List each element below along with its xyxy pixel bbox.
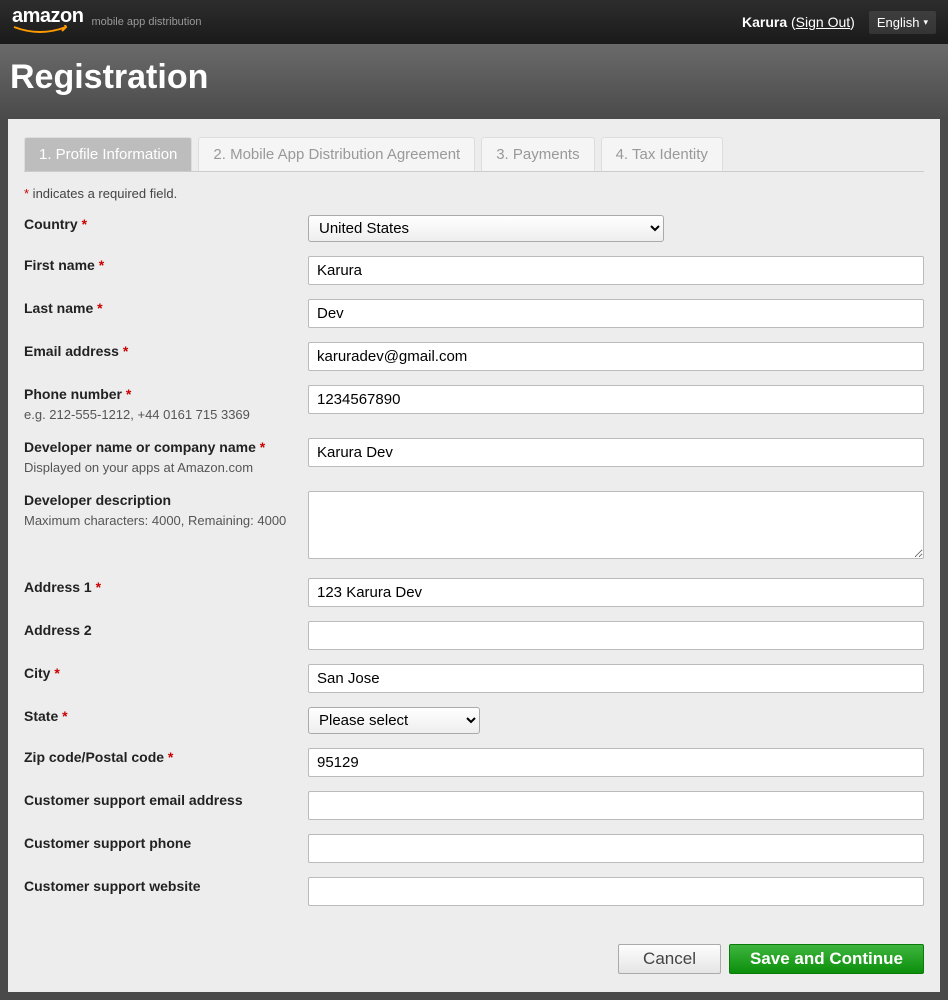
language-selector[interactable]: English ▾ [869,11,936,34]
first-name-label: First name * [24,256,308,276]
tab-profile-information[interactable]: 1. Profile Information [24,137,192,171]
form-panel: 1. Profile Information 2. Mobile App Dis… [8,119,940,992]
state-label: State * [24,707,308,727]
sign-out-link[interactable]: Sign Out [796,14,850,30]
support-website-input[interactable] [308,877,924,906]
city-input[interactable] [308,664,924,693]
top-header: amazon mobile app distribution Karura (S… [0,0,948,44]
form-actions: Cancel Save and Continue [24,934,924,974]
state-select[interactable]: Please select [308,707,480,734]
email-label: Email address * [24,342,308,362]
required-note: * indicates a required field. [24,186,924,201]
subheader: Registration [0,44,948,119]
header-right: Karura (Sign Out) English ▾ [742,11,936,34]
developer-description-input[interactable] [308,491,924,559]
address1-label: Address 1 * [24,578,308,598]
tab-payments[interactable]: 3. Payments [481,137,594,171]
chevron-down-icon: ▾ [923,17,928,28]
logo: amazon mobile app distribution [12,5,202,40]
developer-name-input[interactable] [308,438,924,467]
zip-label: Zip code/Postal code * [24,748,308,768]
phone-input[interactable] [308,385,924,414]
address2-input[interactable] [308,621,924,650]
address1-input[interactable] [308,578,924,607]
address2-label: Address 2 [24,621,308,641]
cancel-button[interactable]: Cancel [618,944,721,974]
tab-tax-identity[interactable]: 4. Tax Identity [601,137,723,171]
support-phone-label: Customer support phone [24,834,308,854]
page-title: Registration [10,58,938,97]
support-website-label: Customer support website [24,877,308,897]
country-label: Country * [24,215,308,235]
phone-label: Phone number *e.g. 212-555-1212, +44 016… [24,385,308,424]
developer-name-label: Developer name or company name *Displaye… [24,438,308,477]
support-email-input[interactable] [308,791,924,820]
support-email-label: Customer support email address [24,791,308,811]
amazon-swoosh-icon [12,25,70,35]
city-label: City * [24,664,308,684]
last-name-label: Last name * [24,299,308,319]
first-name-input[interactable] [308,256,924,285]
logo-subtitle: mobile app distribution [91,16,201,28]
tab-distribution-agreement[interactable]: 2. Mobile App Distribution Agreement [198,137,475,171]
user-name: Karura [742,14,787,30]
developer-description-label: Developer descriptionMaximum characters:… [24,491,308,530]
last-name-input[interactable] [308,299,924,328]
zip-input[interactable] [308,748,924,777]
country-select[interactable]: United States [308,215,664,242]
save-continue-button[interactable]: Save and Continue [729,944,924,974]
email-input[interactable] [308,342,924,371]
tabs: 1. Profile Information 2. Mobile App Dis… [24,137,924,172]
support-phone-input[interactable] [308,834,924,863]
